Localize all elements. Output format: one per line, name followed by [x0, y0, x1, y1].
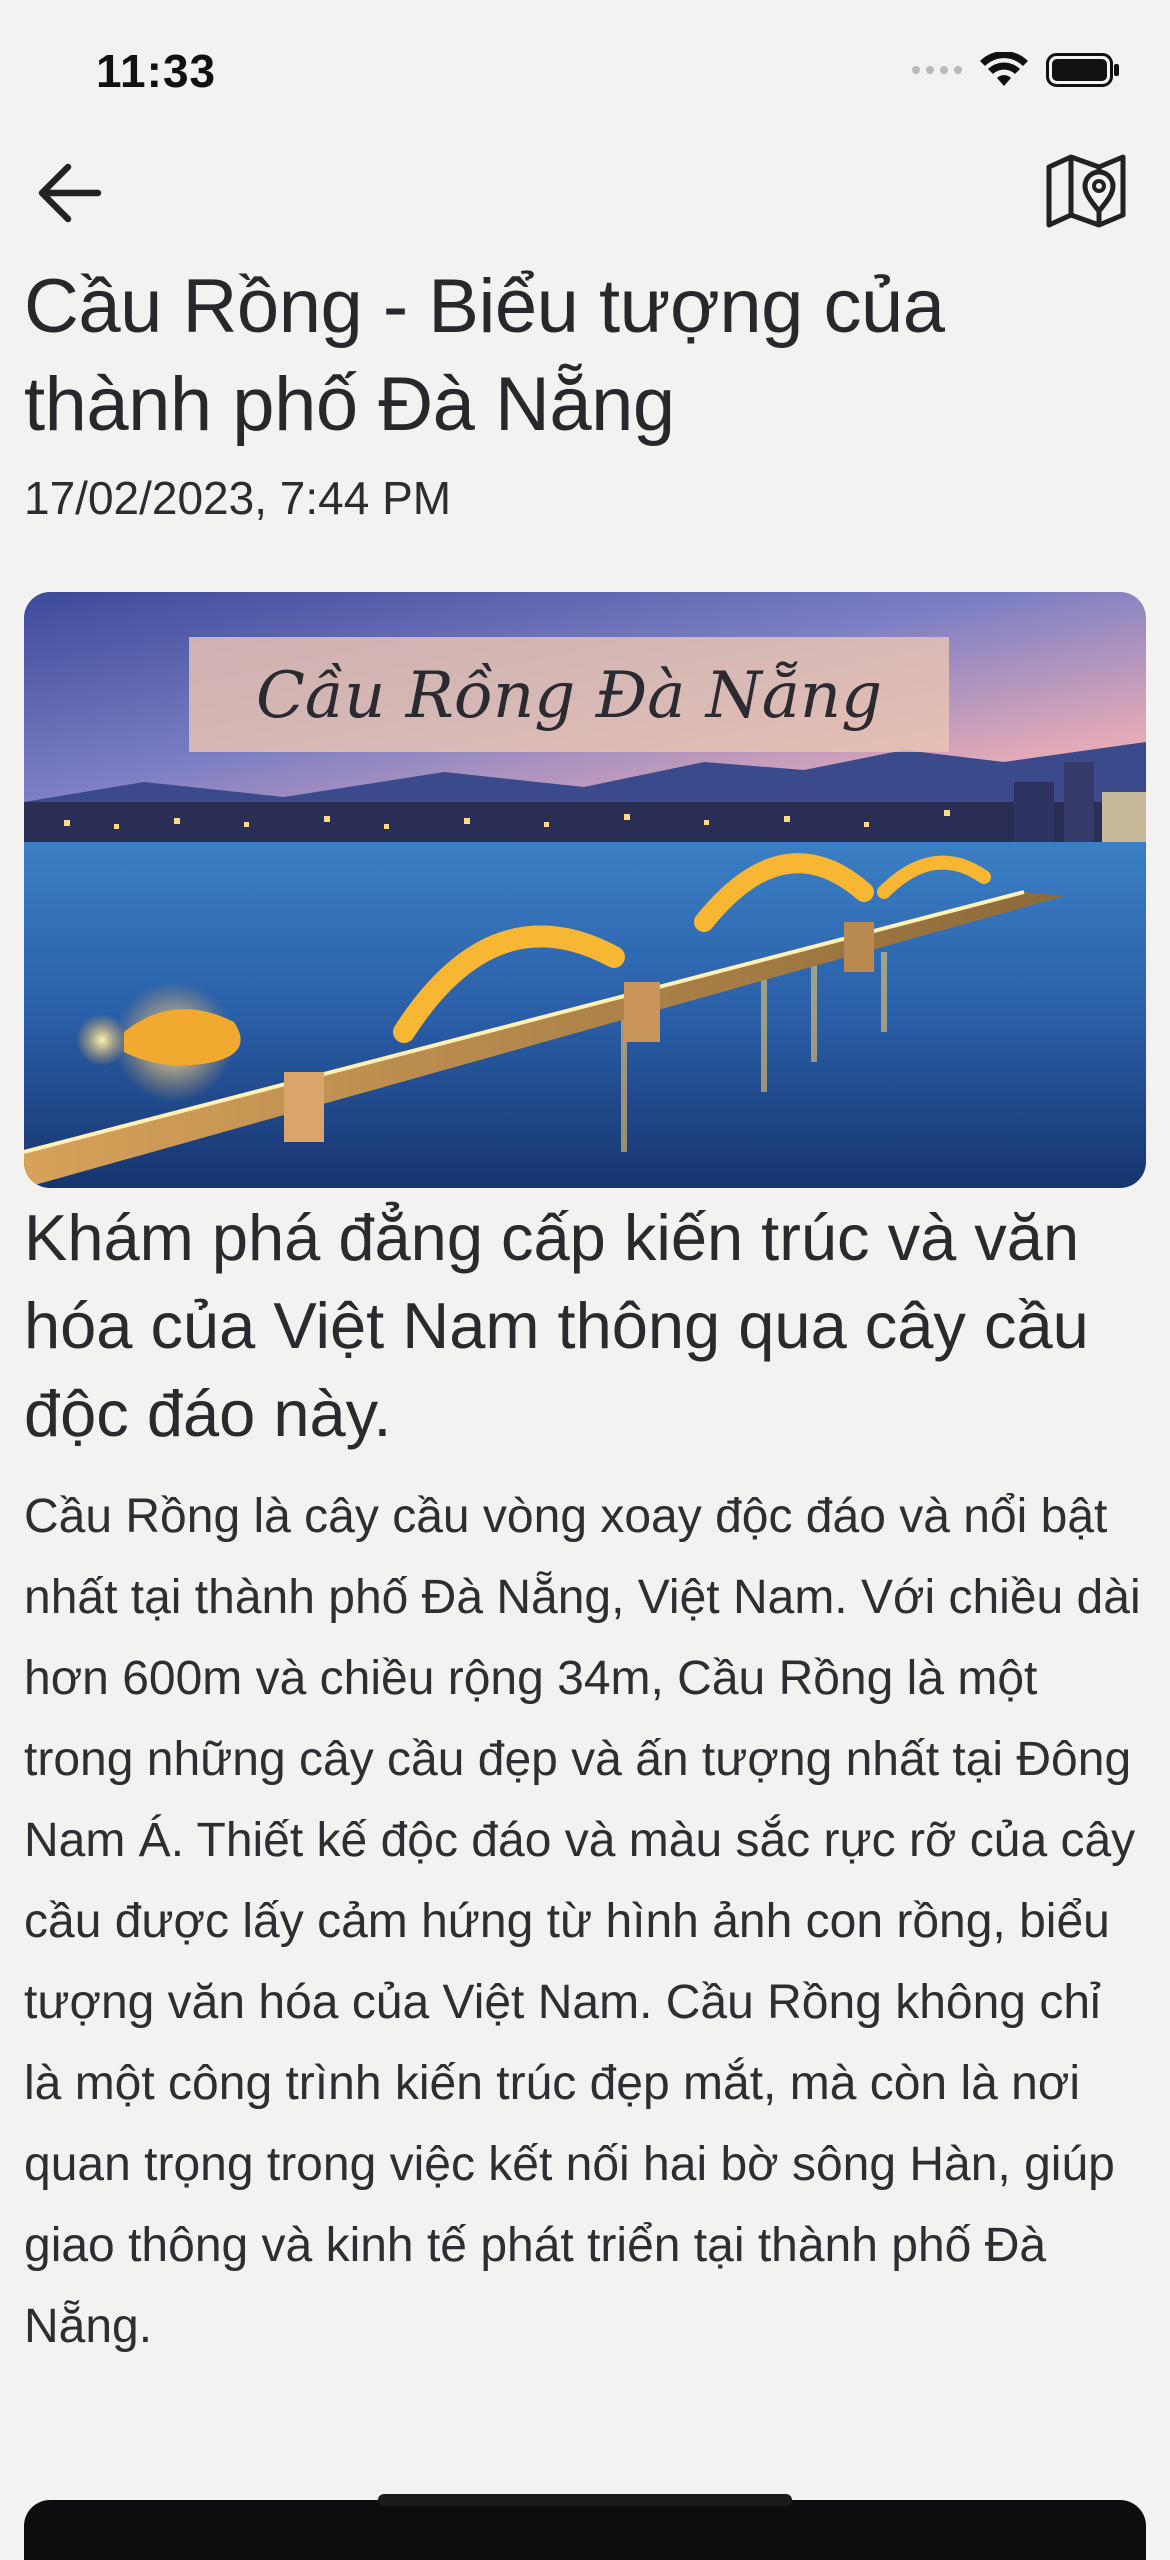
- article-content: Cầu Rồng - Biểu tượng của thành phố Đà N…: [24, 258, 1146, 2367]
- nav-bar: [0, 140, 1170, 260]
- article-subtitle: Khám phá đẳng cấp kiến trúc và văn hóa c…: [24, 1201, 1089, 1450]
- bottom-media-preview: [24, 2500, 1146, 2560]
- article-body: Cầu Rồng là cây cầu vòng xoay độc đáo và…: [24, 1490, 1141, 2353]
- battery-icon: [1046, 53, 1119, 87]
- map-button[interactable]: [1036, 140, 1136, 240]
- status-bar: 11:33: [0, 0, 1170, 140]
- arrow-left-icon: [38, 163, 102, 223]
- article-date: 17/02/2023, 7:44 PM: [24, 472, 452, 524]
- wifi-icon: [980, 52, 1028, 86]
- map-pin-icon: [1046, 154, 1126, 228]
- article-title: Cầu Rồng - Biểu tượng của thành phố Đà N…: [24, 264, 945, 447]
- status-icons: [912, 52, 1120, 88]
- home-indicator[interactable]: [378, 2494, 792, 2506]
- signal-dots-icon: [912, 66, 962, 74]
- status-time: 11:33: [96, 45, 217, 97]
- back-button[interactable]: [24, 148, 114, 238]
- article-image: Cầu Rồng Đà Nẵng: [24, 592, 1146, 1188]
- image-caption: Cầu Rồng Đà Nẵng: [256, 659, 882, 733]
